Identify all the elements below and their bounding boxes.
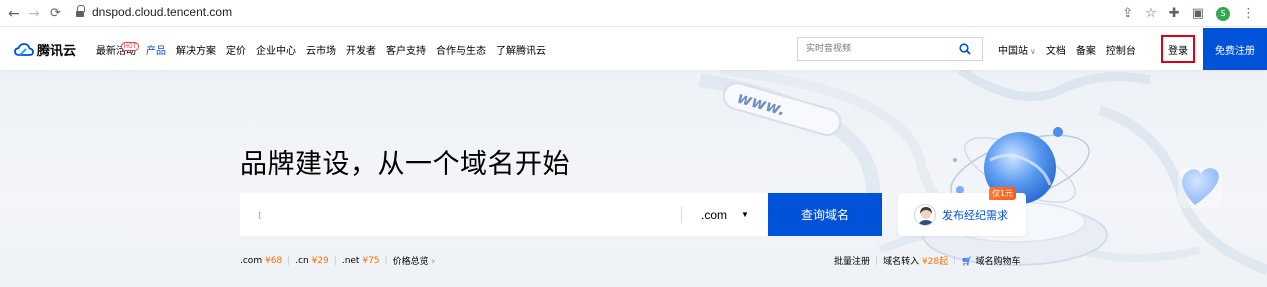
tld-value: .com: [701, 207, 728, 222]
caret-down-icon: ▼: [741, 210, 749, 219]
extensions-puzzle-icon[interactable]: ✚: [1169, 6, 1180, 21]
nav-item-pricing[interactable]: 定价: [226, 42, 246, 57]
tld-select[interactable]: .com ▼: [682, 193, 768, 236]
nav-item-activities[interactable]: 最新活动 HOT: [96, 41, 139, 57]
cart-icon: 🛒︎: [961, 257, 973, 267]
price-list: .com ¥68 | .cn ¥29 | .net ¥75 | 价格总览 ›: [240, 254, 436, 268]
site-search: [797, 37, 983, 61]
divider: |: [287, 255, 291, 266]
login-button[interactable]: 登录: [1161, 35, 1195, 63]
hot-badge: HOT: [121, 41, 139, 51]
price-overview-link[interactable]: 价格总览 ›: [393, 254, 436, 267]
nav-item-developer[interactable]: 开发者: [346, 42, 376, 57]
query-domain-button[interactable]: 查询域名: [768, 193, 882, 236]
domain-search-bar: t .com ▼ 查询域名: [240, 193, 882, 236]
region-label: 中国站: [998, 45, 1028, 57]
nav-item-about[interactable]: 了解腾讯云: [496, 42, 546, 57]
hero-decoration: www.: [698, 70, 1267, 275]
price-cn[interactable]: .cn ¥29: [295, 256, 329, 266]
main-nav: 最新活动 HOT 产品 解决方案 定价 企业中心 云市场 开发者 客户支持 合作…: [96, 28, 546, 70]
back-arrow-icon[interactable]: ←: [8, 0, 20, 27]
agent-avatar-icon: [914, 203, 936, 226]
nav-item-support[interactable]: 客户支持: [386, 42, 426, 57]
price-com[interactable]: .com ¥68: [240, 256, 282, 266]
nav-item-enterprise[interactable]: 企业中心: [256, 42, 296, 57]
sidepanel-icon[interactable]: ▣: [1192, 6, 1204, 21]
hero-banner: www. 品牌建设，从一个域名开始 t .com ▼ 查询域名 仅1元 发布经纪…: [0, 70, 1267, 287]
docs-link[interactable]: 文档: [1046, 42, 1066, 57]
browser-toolbar: ← → ⟳ dnspod.cloud.tencent.com ⇪ ☆ ✚ ▣ S…: [0, 0, 1267, 27]
filing-link[interactable]: 备案: [1076, 42, 1096, 57]
right-nav: 中国站 ∨ 文档 备案 控制台: [998, 28, 1136, 70]
chevron-down-icon: ∨: [1030, 46, 1036, 56]
nav-item-partners[interactable]: 合作与生态: [436, 42, 486, 57]
share-icon[interactable]: ⇪: [1122, 6, 1133, 21]
reload-icon[interactable]: ⟳: [50, 0, 61, 27]
logo-text: 腾讯云: [37, 44, 77, 59]
domain-input[interactable]: t: [240, 193, 681, 236]
profile-avatar[interactable]: S: [1216, 6, 1230, 21]
chevron-right-icon: ›: [431, 257, 436, 267]
address-bar[interactable]: dnspod.cloud.tencent.com: [92, 5, 232, 19]
transfer-link[interactable]: 域名转入 ¥28起: [883, 254, 948, 267]
nav-item-products[interactable]: 产品: [146, 42, 166, 57]
bulk-register-link[interactable]: 批量注册: [834, 254, 870, 267]
hero-headline: 品牌建设，从一个域名开始: [240, 149, 570, 180]
tencent-cloud-logo[interactable]: 腾讯云: [14, 40, 76, 59]
forward-arrow-icon[interactable]: →: [28, 0, 40, 27]
register-button[interactable]: 免费注册: [1203, 28, 1267, 70]
nav-item-solutions[interactable]: 解决方案: [176, 42, 216, 57]
price-net[interactable]: .net ¥75: [342, 256, 380, 266]
broker-label: 发布经纪需求: [942, 208, 1008, 222]
divider: |: [384, 255, 388, 266]
search-input[interactable]: [798, 38, 948, 60]
divider: |: [333, 255, 337, 266]
nav-item-marketplace[interactable]: 云市场: [306, 42, 336, 57]
cloud-logo-icon: [14, 42, 34, 56]
bookmark-star-icon[interactable]: ☆: [1145, 6, 1157, 21]
console-link[interactable]: 控制台: [1106, 42, 1136, 57]
divider: |: [953, 255, 957, 266]
cart-link[interactable]: 🛒︎ 域名购物车: [961, 254, 1020, 267]
kebab-menu-icon[interactable]: ⋮: [1242, 6, 1255, 21]
search-icon[interactable]: [959, 43, 971, 55]
domain-tools: 批量注册 | 域名转入 ¥28起 | 🛒︎ 域名购物车: [834, 254, 1021, 268]
price-badge: 仅1元: [989, 187, 1016, 200]
divider: |: [875, 255, 879, 266]
region-switch[interactable]: 中国站 ∨: [998, 42, 1036, 57]
lock-icon[interactable]: [76, 5, 85, 17]
